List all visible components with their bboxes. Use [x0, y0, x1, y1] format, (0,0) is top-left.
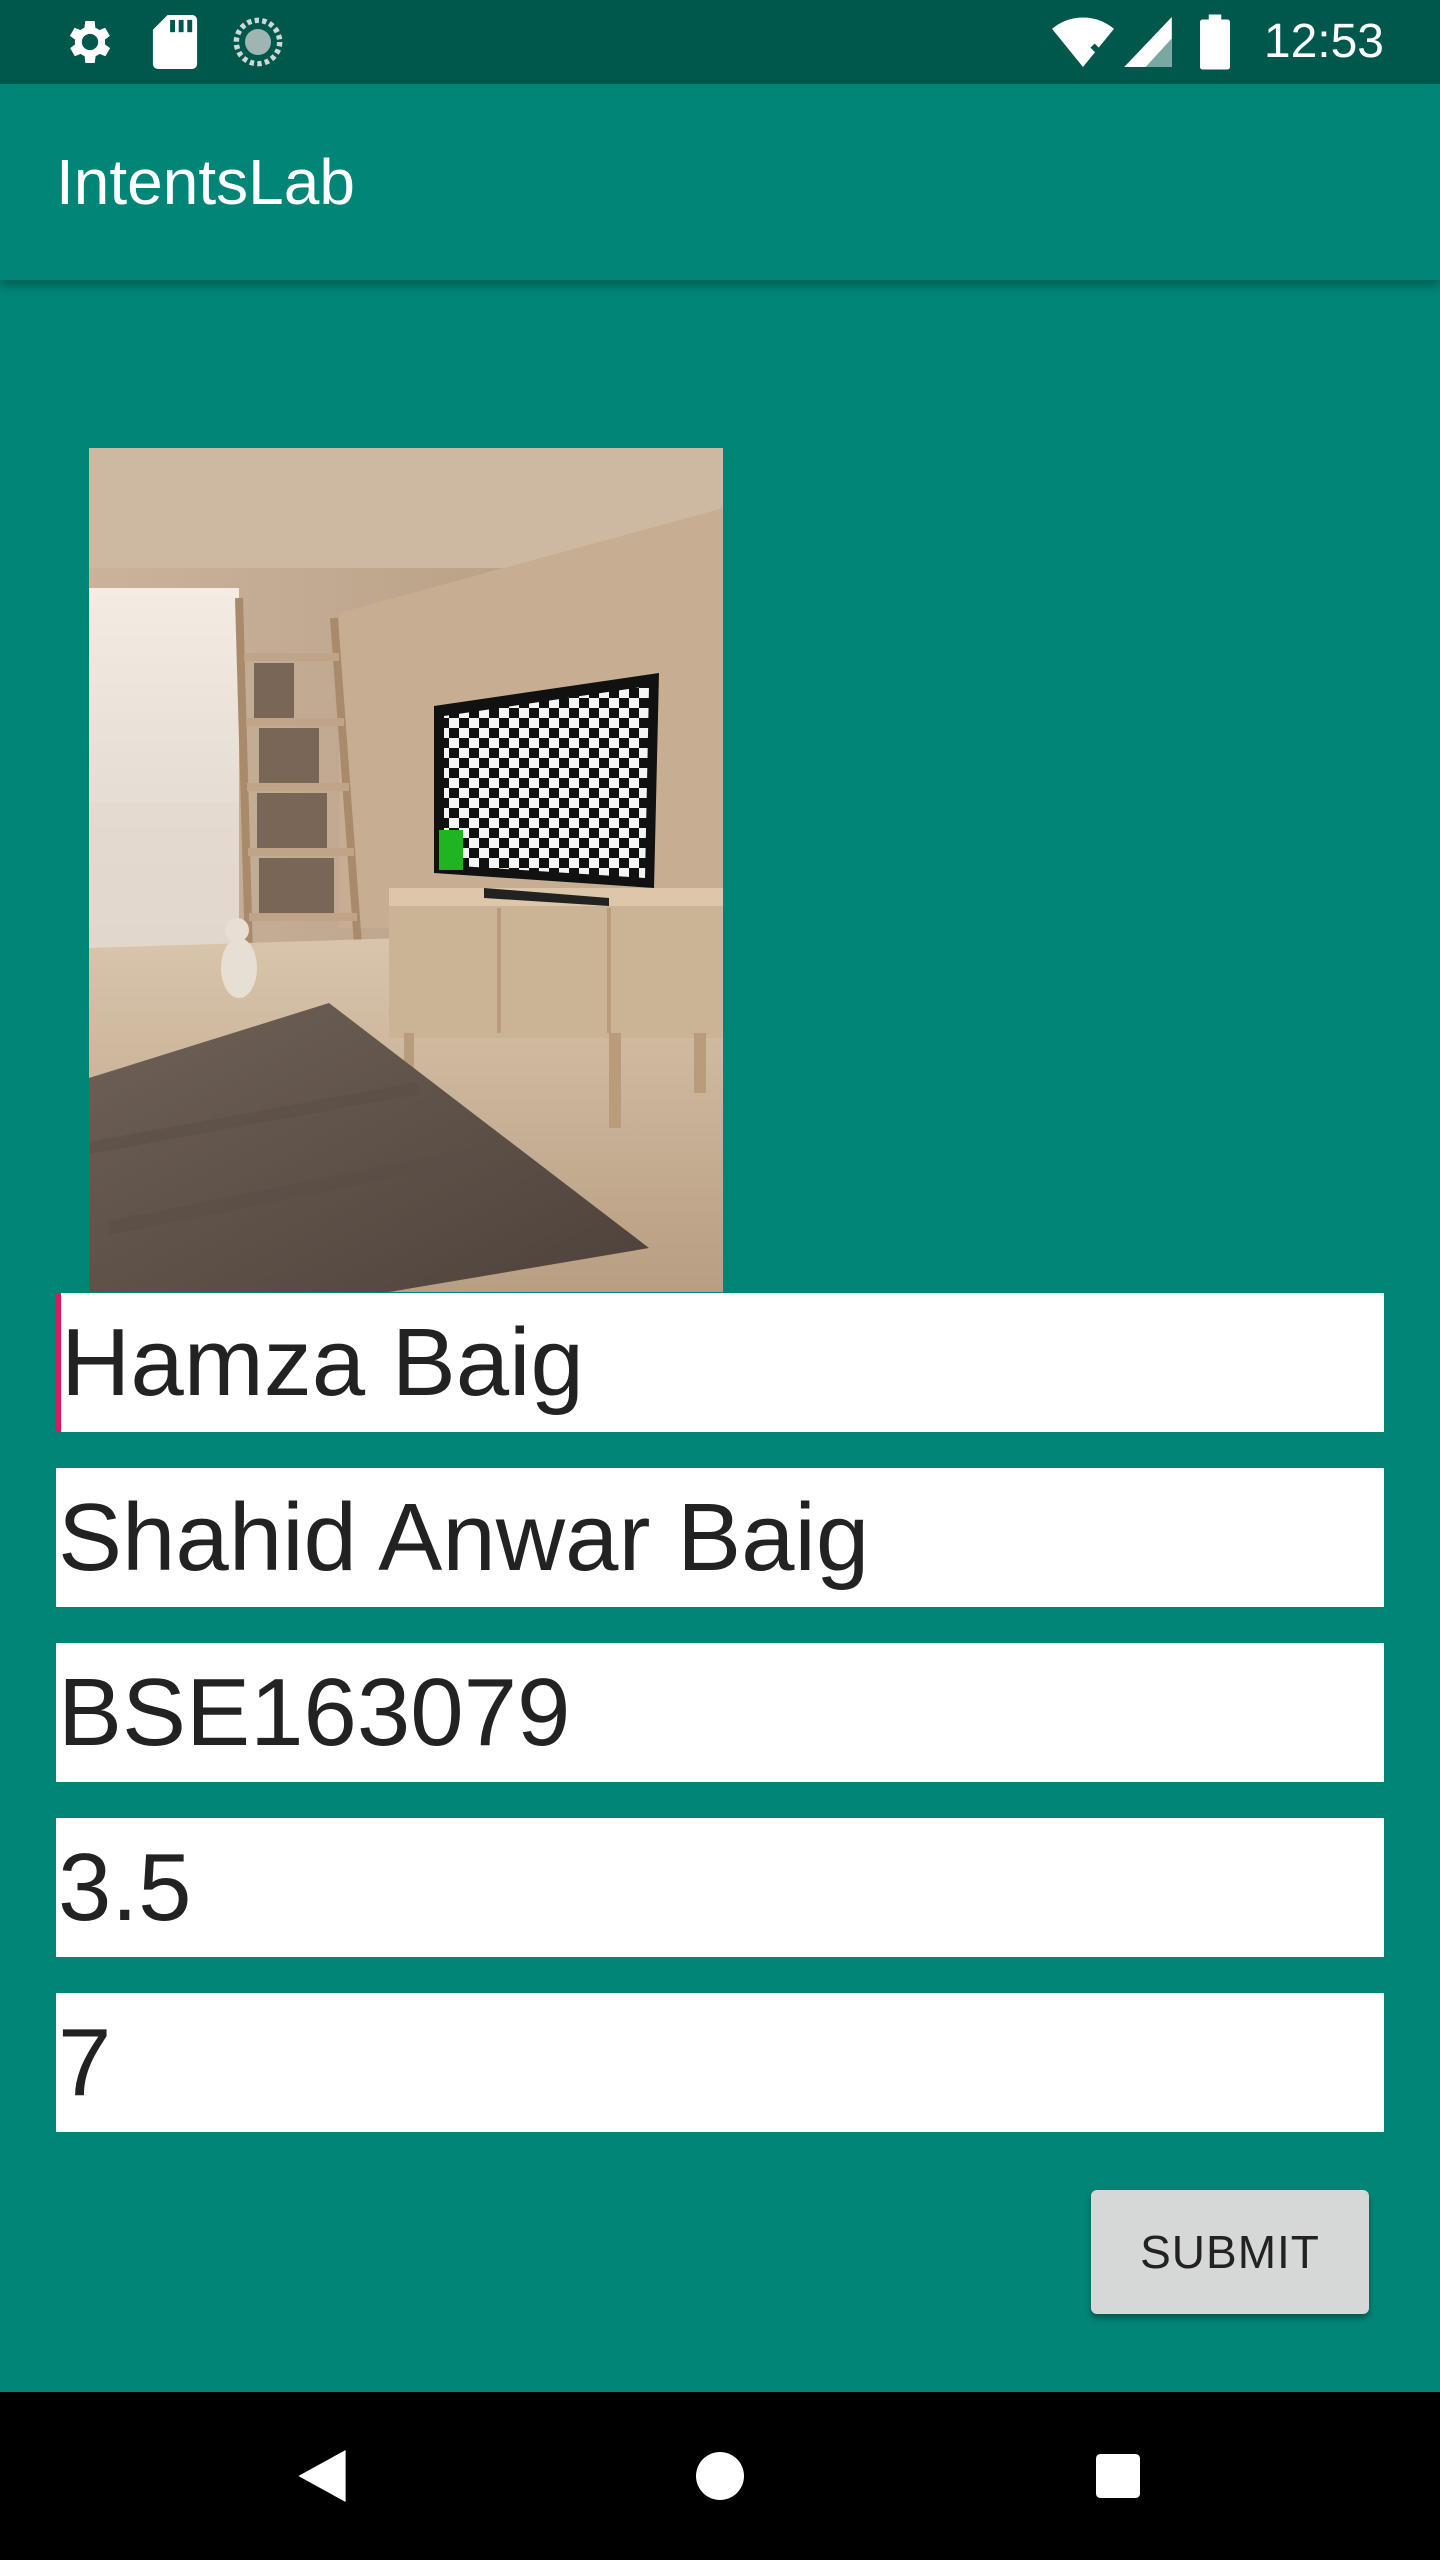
sd-card-icon [152, 0, 198, 84]
registration-field[interactable]: BSE163079 [56, 1643, 1384, 1782]
semester-field[interactable]: 7 [56, 1993, 1384, 2132]
status-time: 12:53 [1263, 15, 1384, 68]
cgpa-field[interactable]: 3.5 [56, 1818, 1384, 1957]
recents-icon[interactable] [1048, 2392, 1188, 2560]
app-title: IntentsLab [56, 146, 355, 218]
sync-icon [232, 0, 284, 84]
signal-icon [1124, 0, 1172, 84]
gear-icon [62, 0, 118, 84]
father-name-field[interactable]: Shahid Anwar Baig [56, 1468, 1384, 1607]
status-bar: 12:53 [0, 0, 1440, 84]
room-with-tv-photo [89, 448, 723, 1292]
submit-button[interactable]: SUBMIT [1091, 2190, 1369, 2314]
app-bar: IntentsLab [0, 84, 1440, 280]
name-field[interactable]: Hamza Baig [56, 1293, 1384, 1432]
wifi-off-icon [1052, 0, 1114, 84]
home-icon[interactable] [650, 2392, 790, 2560]
back-icon[interactable] [252, 2392, 392, 2560]
battery-icon [1200, 0, 1230, 84]
navigation-bar [0, 2392, 1440, 2560]
